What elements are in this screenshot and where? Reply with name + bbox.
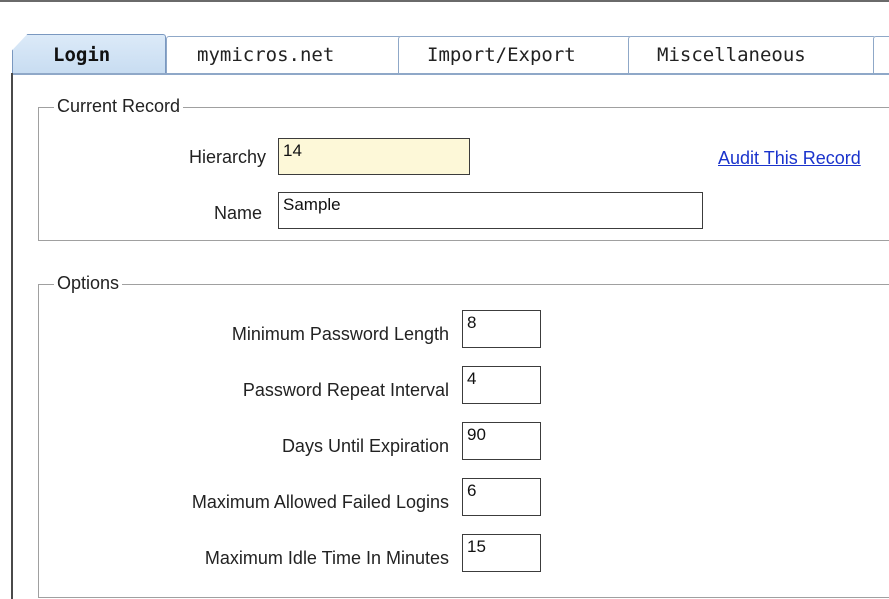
name-field[interactable]: Sample — [278, 192, 703, 229]
tab-label: Miscellaneous — [657, 44, 806, 66]
tab-strip: Login mymicros.net Import/Export Miscell… — [0, 0, 889, 75]
password-repeat-interval-field[interactable]: 4 — [462, 366, 541, 404]
tab-mymicros[interactable]: mymicros.net — [166, 36, 402, 73]
password-repeat-interval-value: 4 — [467, 369, 477, 388]
max-idle-time-field[interactable]: 15 — [462, 534, 541, 572]
tab-miscellaneous[interactable]: Miscellaneous — [628, 36, 876, 73]
tab-login[interactable]: Login — [12, 34, 166, 75]
tab-divider — [11, 73, 889, 75]
min-password-length-label: Minimum Password Length — [231, 324, 449, 344]
tab-overflow[interactable] — [873, 36, 889, 73]
min-password-length-value: 8 — [467, 313, 477, 332]
max-failed-logins-field[interactable]: 6 — [462, 478, 541, 516]
hierarchy-field[interactable]: 14 — [278, 138, 470, 175]
days-until-expiration-value: 90 — [467, 425, 486, 444]
max-idle-time-label: Maximum Idle Time In Minutes — [204, 548, 449, 568]
window: Login mymicros.net Import/Export Miscell… — [0, 0, 889, 599]
current-record-legend: Current Record — [54, 96, 184, 117]
days-until-expiration-field[interactable]: 90 — [462, 422, 541, 460]
max-failed-logins-label: Maximum Allowed Failed Logins — [191, 492, 449, 512]
name-label: Name — [213, 203, 262, 223]
password-repeat-interval-label: Password Repeat Interval — [242, 380, 449, 400]
tab-import-export[interactable]: Import/Export — [398, 36, 632, 73]
hierarchy-value: 14 — [283, 141, 302, 160]
max-failed-logins-value: 6 — [467, 481, 477, 500]
options-legend: Options — [54, 273, 123, 294]
tab-label: Import/Export — [427, 44, 576, 66]
days-until-expiration-label: Days Until Expiration — [281, 436, 449, 456]
panel-left-border — [11, 73, 13, 599]
hierarchy-label: Hierarchy — [188, 147, 266, 167]
max-idle-time-value: 15 — [467, 537, 486, 556]
tab-label: mymicros.net — [197, 44, 335, 66]
audit-record-link[interactable]: Audit This Record — [718, 148, 861, 169]
tab-label: Login — [53, 44, 111, 66]
min-password-length-field[interactable]: 8 — [462, 310, 541, 348]
name-value: Sample — [283, 195, 341, 214]
